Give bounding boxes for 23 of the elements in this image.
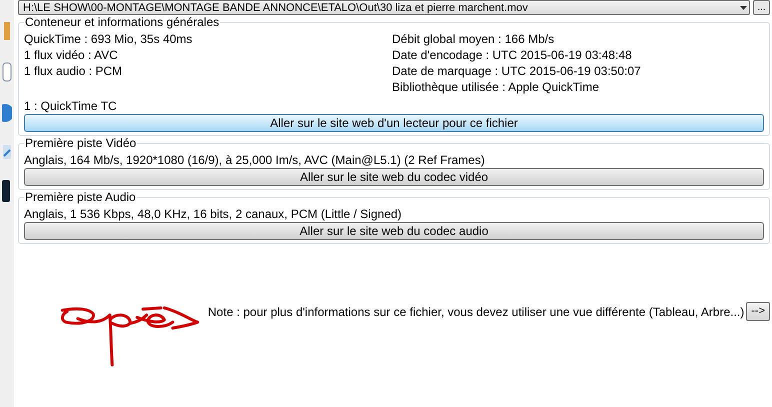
info-line: 1 flux audio : PCM [24, 63, 124, 79]
section-title: Première piste Audio [24, 190, 137, 204]
link-button[interactable]: Aller sur le site web du codec vidéo [24, 168, 764, 186]
track-info-line: Anglais, 164 Mb/s, 1920*1080 (16/9), à 25,000 Im/s, AVC (Main@L5.1) (2 Ref Frames) [24, 153, 485, 167]
browse-button[interactable]: ... [753, 0, 770, 15]
info-line: Date d'encodage : UTC 2015-06-19 03:48:48 [392, 47, 633, 63]
tool-icon[interactable] [2, 180, 12, 202]
section-title: Conteneur et informations générales [24, 15, 220, 29]
note-text: Note : pour plus d'informations sur ce fichier, vous devez utiliser une vue différente (Tableau, Arbre...) [208, 304, 744, 320]
info-line: 1 : QuickTime TC [24, 99, 117, 113]
link-button[interactable]: Aller sur le site web d'un lecteur pour ce fichier [24, 114, 764, 132]
next-view-button[interactable]: --> [746, 302, 770, 321]
info-line: Date de marquage : UTC 2015-06-19 03:50:07 [392, 63, 641, 79]
dropdown-caret-icon [740, 6, 747, 10]
section-title: Première piste Vidéo [24, 136, 138, 150]
link-button[interactable]: Aller sur le site web du codec audio [24, 222, 764, 240]
track-info-line: Anglais, 1 536 Kbps, 48,0 KHz, 16 bits, 2 canaux, PCM (Little / Signed) [24, 207, 402, 221]
file-path-dropdown[interactable]: H:\LE SHOW\00-MONTAGE\MONTAGE BANDE ANNONCE\ETALO\Out\30 liza et pierre marchent.mov [18, 0, 750, 15]
file-path-text: H:\LE SHOW\00-MONTAGE\MONTAGE BANDE ANNONCE\ETALO\Out\30 liza et pierre marchent.mov [23, 2, 529, 14]
info-line: Bibliothèque utilisée : Apple QuickTime [392, 79, 600, 95]
info-line: QuickTime : 693 Mio, 35s 40ms [24, 31, 194, 47]
info-line: Débit global moyen : 166 Mb/s [392, 31, 556, 47]
info-line: 1 flux vidéo : AVC [24, 47, 119, 63]
